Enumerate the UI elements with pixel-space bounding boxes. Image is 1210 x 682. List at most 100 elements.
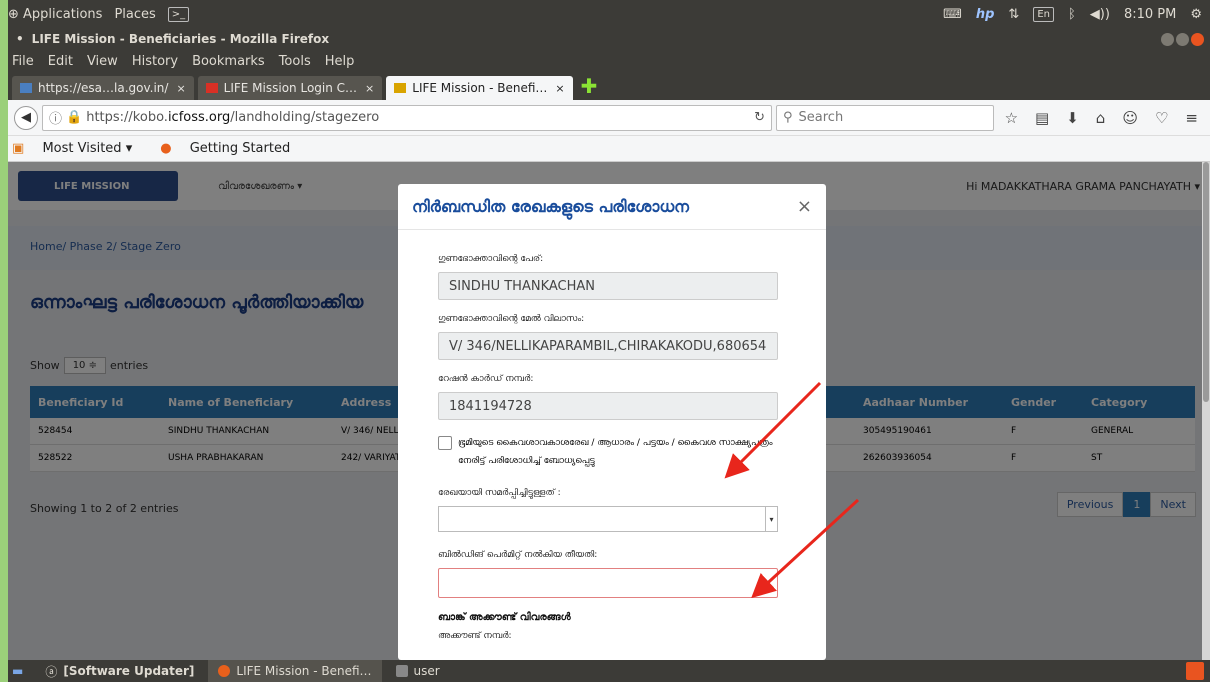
new-tab-plus-icon[interactable]: ✚ — [581, 74, 598, 98]
terminal-icon[interactable]: >_ — [167, 6, 190, 22]
show-desktop-icon[interactable]: ▬ — [12, 664, 23, 678]
beneficiary-address-label: ഗുണഭോക്താവിന്റെ മേൽ വിലാസം: — [438, 314, 585, 324]
window-titlebar: • LIFE Mission - Beneficiaries - Mozilla… — [8, 28, 1210, 50]
tab-life-mission-beneficiaries[interactable]: LIFE Mission - Benefi… × — [386, 76, 573, 100]
close-tab-icon[interactable]: × — [176, 82, 185, 95]
keyboard-language-indicator[interactable]: En — [1033, 6, 1054, 22]
url-path: /landholding/stagezero — [230, 110, 380, 125]
bookmark-label: Most Visited ▾ — [42, 141, 133, 156]
task-terminal-user[interactable]: user — [386, 660, 450, 682]
maximize-button[interactable] — [1176, 32, 1189, 46]
search-icon: ⚲ — [783, 110, 793, 125]
submitted-document-label: രേഖയായി സമർപ്പിച്ചിട്ടുള്ളത് : — [438, 488, 561, 498]
hamburger-menu-icon[interactable]: ≡ — [1185, 109, 1198, 127]
site-favicon-icon — [20, 83, 32, 93]
menu-view[interactable]: View — [87, 54, 118, 69]
url-prefix: https://kobo. — [86, 110, 168, 125]
building-permit-date-label: ബിൽഡിങ് പെർമിറ്റ് നൽകിയ തീയതി: — [438, 550, 598, 560]
submitted-document-select[interactable]: ▾ — [438, 506, 778, 532]
keyboard-icon[interactable]: ⌨ — [943, 7, 962, 22]
toolbar-icons: ☆ ▤ ⬇ ⌂ ☺ ♡ ≡ — [1005, 109, 1204, 127]
trash-icon[interactable] — [1186, 662, 1204, 680]
land-document-verified-label: ഭൂമിയുടെ കൈവശാവകാശരേഖ / ആധാരം / പട്ടയം /… — [458, 438, 773, 466]
network-icon[interactable]: ⇅ — [1008, 7, 1019, 22]
clock[interactable]: 8:10 PM — [1124, 7, 1176, 22]
bookmark-getting-started[interactable]: ● Getting Started — [160, 141, 304, 156]
task-label: user — [413, 664, 440, 678]
bottom-taskbar: ▬ ⓐ [Software Updater] LIFE Mission - Be… — [8, 660, 1210, 682]
task-label: [Software Updater] — [63, 664, 195, 678]
land-document-verified-checkbox[interactable] — [438, 436, 452, 450]
tab-esanchaya[interactable]: https://esa…la.gov.in/ × — [12, 76, 194, 100]
menu-edit[interactable]: Edit — [48, 54, 73, 69]
updater-icon: ⓐ — [45, 664, 58, 679]
folder-icon: ▣ — [12, 141, 25, 156]
bookmark-label: Getting Started — [189, 141, 291, 156]
task-label: LIFE Mission - Benefi… — [236, 664, 372, 678]
reload-icon[interactable]: ↻ — [754, 110, 765, 125]
info-icon[interactable]: ⓘ — [49, 108, 62, 127]
task-software-updater[interactable]: ⓐ [Software Updater] — [35, 660, 204, 682]
tab-label: LIFE Mission - Benefi… — [412, 81, 548, 95]
browser-menubar: File Edit View History Bookmarks Tools H… — [8, 50, 1210, 72]
tab-label: LIFE Mission Login C… — [223, 81, 358, 95]
url-bar[interactable]: ⓘ 🔒 https://kobo. icfoss.org/landholding/… — [42, 104, 772, 131]
bank-details-heading: ബാങ്ക് അക്കൗണ്ട് വിവരങ്ങൾ — [438, 612, 571, 623]
close-icon[interactable]: × — [797, 196, 812, 217]
system-top-panel: ⊕ Applications Places >_ ⌨ hp ⇅ En ᛒ ◀))… — [8, 0, 1210, 28]
window-controls — [1161, 32, 1204, 46]
navigation-toolbar: ◀ ⓘ 🔒 https://kobo. icfoss.org/landholdin… — [8, 100, 1210, 136]
close-tab-icon[interactable]: × — [365, 82, 374, 95]
url-host: icfoss.org — [167, 110, 231, 125]
beneficiary-address-field: V/ 346/NELLIKAPARAMBIL,CHIRAKAKODU,68065… — [438, 332, 778, 360]
window-title: LIFE Mission - Beneficiaries - Mozilla F… — [31, 32, 330, 46]
bookmark-most-visited[interactable]: ▣ Most Visited ▾ — [12, 141, 146, 156]
places-menu[interactable]: Places — [114, 7, 155, 22]
search-placeholder: Search — [798, 110, 844, 125]
modal-body: ഗുണഭോക്താവിന്റെ പേര്: SINDHU THANKACHAN … — [398, 230, 826, 659]
firefox-icon: ● — [160, 141, 172, 156]
search-input[interactable]: ⚲ Search — [776, 104, 994, 131]
page-scrollbar[interactable] — [1202, 162, 1210, 660]
lock-icon[interactable]: 🔒 — [66, 110, 82, 125]
scrollbar-thumb[interactable] — [1203, 162, 1209, 402]
menu-history[interactable]: History — [132, 54, 178, 69]
bookmark-star-icon[interactable]: ☆ — [1005, 109, 1018, 127]
tab-label: https://esa…la.gov.in/ — [38, 81, 169, 95]
ration-card-field: 1841194728 — [438, 392, 778, 420]
tab-gmail-login[interactable]: LIFE Mission Login C… × — [197, 76, 383, 100]
menu-file[interactable]: File — [12, 54, 34, 69]
ration-card-label: റേഷൻ കാർഡ് നമ്പർ: — [438, 374, 534, 384]
applications-menu[interactable]: ⊕ Applications — [8, 7, 102, 22]
document-verification-modal: നിർബന്ധിത രേഖകളുടെ പരിശോധന × ഗുണഭോക്താവി… — [398, 184, 826, 660]
pocket-icon[interactable]: ♡ — [1155, 109, 1168, 127]
task-firefox[interactable]: LIFE Mission - Benefi… — [208, 660, 382, 682]
gmail-icon — [205, 83, 218, 93]
bookmarks-toolbar: ▣ Most Visited ▾ ● Getting Started — [8, 136, 1210, 162]
menu-bookmarks[interactable]: Bookmarks — [192, 54, 265, 69]
close-tab-icon[interactable]: × — [555, 82, 564, 95]
terminal-icon — [395, 665, 408, 677]
applications-label: Applications — [23, 6, 103, 22]
settings-gear-icon[interactable]: ⚙ — [1190, 7, 1202, 22]
minimize-button[interactable] — [1161, 32, 1174, 46]
window-dot-icon: • — [16, 32, 24, 46]
back-arrow-icon[interactable]: ◀ — [14, 105, 38, 130]
reading-list-icon[interactable]: ▤ — [1035, 109, 1049, 127]
building-permit-date-input[interactable] — [438, 568, 778, 598]
account-number-label: അക്കൗണ്ട് നമ്പർ: — [438, 631, 512, 641]
close-window-button[interactable] — [1191, 32, 1204, 46]
desktop-frame: ⊕ Applications Places >_ ⌨ hp ⇅ En ᛒ ◀))… — [8, 0, 1210, 682]
modal-header: നിർബന്ധിത രേഖകളുടെ പരിശോധന × — [398, 184, 826, 230]
hp-icon[interactable]: hp — [976, 7, 995, 22]
volume-icon[interactable]: ◀)) — [1090, 7, 1110, 22]
dropdown-arrow-icon: ▾ — [765, 507, 777, 531]
life-mission-favicon-icon — [394, 83, 407, 93]
chat-icon[interactable]: ☺ — [1122, 109, 1138, 127]
downloads-icon[interactable]: ⬇ — [1066, 109, 1079, 127]
home-icon[interactable]: ⌂ — [1096, 109, 1106, 127]
beneficiary-name-label: ഗുണഭോക്താവിന്റെ പേര്: — [438, 254, 544, 264]
bluetooth-icon[interactable]: ᛒ — [1068, 7, 1076, 22]
menu-help[interactable]: Help — [325, 54, 355, 69]
menu-tools[interactable]: Tools — [279, 54, 311, 69]
